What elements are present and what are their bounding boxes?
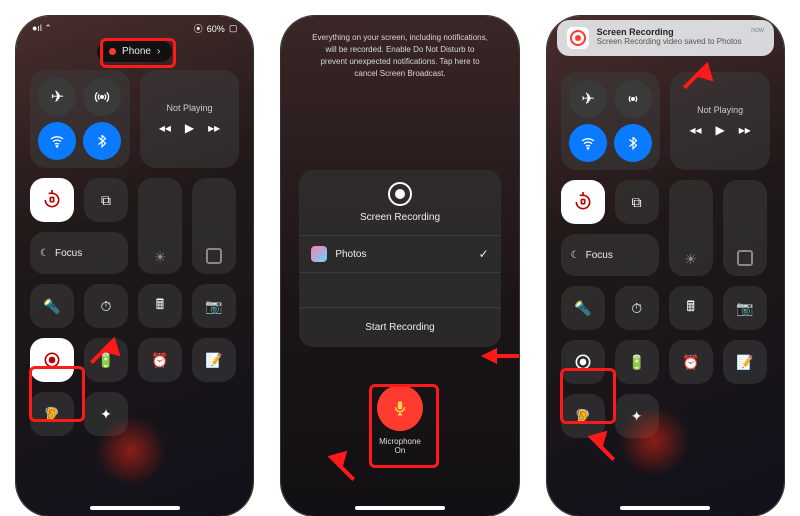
timer-button[interactable]: ⏱: [615, 286, 659, 330]
microphone-label: Microphone On: [379, 437, 421, 456]
rewind-icon[interactable]: ◂◂: [159, 121, 171, 135]
calculator-button[interactable]: 🖩: [669, 286, 713, 330]
alarm-button[interactable]: ⏰: [669, 340, 713, 384]
screenshot-step-2: Everything on your screen, including not…: [281, 16, 518, 516]
screenshot-step-1: ●ıl ⌃ ⦿60%▢ Phone › ✈ Not Playing ◂◂ ▶ ▸…: [16, 16, 253, 516]
screen-mirroring-button[interactable]: ⧉: [615, 180, 659, 224]
airplane-mode-toggle[interactable]: ✈: [38, 78, 76, 116]
card-title: Screen Recording: [360, 212, 440, 223]
shazam-button[interactable]: ✦: [84, 392, 128, 436]
notification-title: Screen Recording: [597, 27, 742, 37]
connectivity-panel[interactable]: ✈: [30, 70, 130, 168]
media-title: Not Playing: [166, 103, 212, 113]
notification-time: now: [751, 27, 764, 34]
destination-option-photos[interactable]: Photos ✓: [299, 236, 500, 273]
shazam-button[interactable]: ✦: [615, 394, 659, 438]
media-title: Not Playing: [697, 105, 743, 115]
home-indicator[interactable]: [355, 506, 445, 510]
play-icon[interactable]: ▶: [716, 123, 725, 137]
screen-recording-card: Screen Recording Photos ✓ Start Recordin…: [299, 170, 500, 347]
notification-app-icon: [567, 27, 589, 49]
screen-record-button[interactable]: [30, 338, 74, 382]
camera-button[interactable]: 📷: [192, 284, 236, 328]
orientation-lock-button[interactable]: [30, 178, 74, 222]
recording-indicator-dot: [109, 48, 116, 55]
rewind-icon[interactable]: ◂◂: [690, 123, 702, 137]
connectivity-panel[interactable]: ✈: [561, 72, 661, 170]
microphone-icon: [391, 399, 409, 417]
flashlight-button[interactable]: 🔦: [561, 286, 605, 330]
cellular-toggle[interactable]: [83, 78, 121, 116]
orientation-lock-button[interactable]: [561, 180, 605, 224]
control-center: ✈ Not Playing ◂◂ ▶ ▸▸ ⧉ ☾Focus: [547, 56, 784, 446]
screen-recording-notification[interactable]: Screen Recording Screen Recording video …: [557, 20, 774, 56]
calculator-button[interactable]: 🖩: [138, 284, 182, 328]
status-bar: ●ıl ⌃ ⦿60%▢: [16, 16, 253, 37]
arrow-to-mic: [328, 444, 355, 471]
home-indicator[interactable]: [620, 506, 710, 510]
chevron-right-icon: ›: [157, 46, 160, 57]
flashlight-button[interactable]: 🔦: [30, 284, 74, 328]
home-indicator[interactable]: [90, 506, 180, 510]
bluetooth-toggle[interactable]: [83, 122, 121, 160]
microphone-toggle[interactable]: [377, 385, 423, 431]
status-pill-phone[interactable]: Phone ›: [97, 41, 172, 62]
destination-option-empty[interactable]: [299, 273, 500, 308]
signal-icon: ●ıl ⌃: [32, 23, 52, 34]
battery-label: 60%: [207, 24, 225, 34]
screenshot-step-3: Screen Recording Screen Recording video …: [547, 16, 784, 516]
focus-button[interactable]: ☾Focus: [561, 234, 659, 276]
pill-label: Phone: [122, 46, 151, 57]
forward-icon[interactable]: ▸▸: [739, 123, 751, 137]
forward-icon[interactable]: ▸▸: [208, 121, 220, 135]
camera-button[interactable]: 📷: [723, 286, 767, 330]
play-icon[interactable]: ▶: [185, 121, 194, 135]
brightness-slider[interactable]: [669, 180, 713, 276]
wifi-toggle[interactable]: [38, 122, 76, 160]
record-icon: [388, 182, 412, 206]
volume-slider[interactable]: [192, 178, 236, 274]
moon-icon: ☾: [40, 248, 49, 259]
notes-button[interactable]: 📝: [192, 338, 236, 382]
photos-app-icon: [311, 246, 327, 262]
timer-button[interactable]: ⏱: [84, 284, 128, 328]
start-recording-button[interactable]: Start Recording: [299, 308, 500, 347]
control-center: ✈ Not Playing ◂◂ ▶ ▸▸ ⧉ ☾Focus: [16, 62, 253, 444]
notes-button[interactable]: 📝: [723, 340, 767, 384]
focus-button[interactable]: ☾Focus: [30, 232, 128, 274]
broadcast-instructions[interactable]: Everything on your screen, including not…: [281, 16, 518, 80]
media-panel[interactable]: Not Playing ◂◂ ▶ ▸▸: [140, 70, 240, 168]
volume-slider[interactable]: [723, 180, 767, 276]
wifi-toggle[interactable]: [569, 124, 607, 162]
brightness-slider[interactable]: [138, 178, 182, 274]
airplane-mode-toggle[interactable]: ✈: [569, 80, 607, 118]
moon-icon: ☾: [571, 250, 580, 261]
cellular-toggle[interactable]: [614, 80, 652, 118]
notification-body: Screen Recording video saved to Photos: [597, 37, 742, 46]
alarm-button[interactable]: ⏰: [138, 338, 182, 382]
screen-mirroring-button[interactable]: ⧉: [84, 178, 128, 222]
option-label: Photos: [335, 249, 366, 260]
screen-record-button[interactable]: [561, 340, 605, 384]
low-power-button[interactable]: 🔋: [615, 340, 659, 384]
check-icon: ✓: [479, 247, 489, 261]
hearing-button[interactable]: 🦻: [30, 392, 74, 436]
arrow-to-start: [481, 348, 497, 364]
bluetooth-toggle[interactable]: [614, 124, 652, 162]
